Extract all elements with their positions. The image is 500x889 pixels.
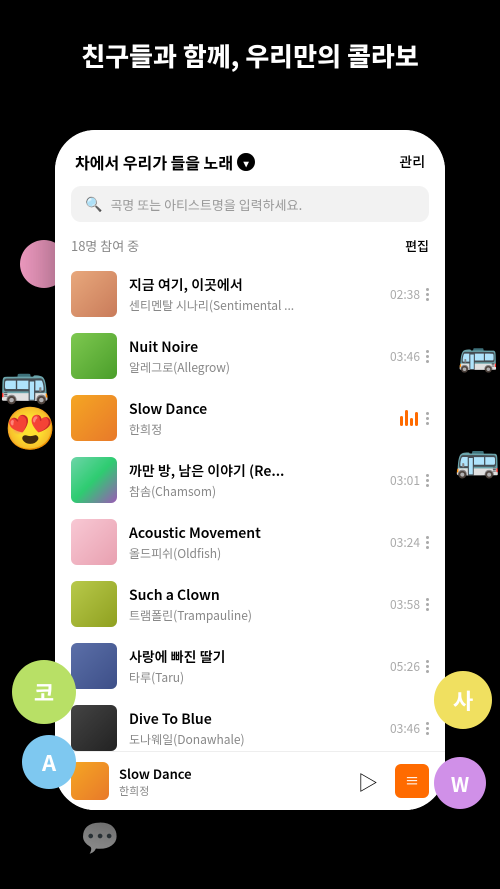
track-item[interactable]: 까만 방, 남은 이야기 (Re... 참솜(Chamsom) 03:01 (55, 449, 445, 511)
ko-bubble: 코 (12, 660, 76, 724)
track-more-button[interactable] (426, 722, 429, 735)
track-thumbnail (71, 705, 117, 751)
hero-heading: 친구들과 함께, 우리만의 콜라보 (0, 38, 500, 74)
track-item[interactable]: Acoustic Movement 올드피쉬(Oldfish) 03:24 (55, 511, 445, 573)
track-name: Slow Dance (129, 399, 388, 419)
track-item[interactable]: Dive To Blue 도나웨일(Donawhale) 03:46 (55, 697, 445, 751)
track-name: 지금 여기, 이곳에서 (129, 275, 378, 295)
track-info: Slow Dance 한희정 (129, 399, 388, 438)
participant-count: 18명 참여 중 (71, 236, 139, 255)
track-more-button[interactable] (426, 536, 429, 549)
track-more-button[interactable] (426, 288, 429, 301)
love-emoji: 😍 (4, 395, 56, 456)
track-more-button[interactable] (426, 598, 429, 611)
track-name: Dive To Blue (129, 709, 378, 729)
track-item[interactable]: Nuit Noire 알레그로(Allegrow) 03:46 (55, 325, 445, 387)
playlist-title[interactable]: 차에서 우리가 들을 노래 ▾ (75, 150, 255, 174)
track-list: 지금 여기, 이곳에서센티멘탈 시나리(Sentimental ... 02:38… (55, 263, 445, 751)
search-bar[interactable]: 🔍 곡명 또는 아티스트명을 입력하세요. (71, 186, 429, 222)
now-playing-info: Slow Dance 한희정 (119, 764, 341, 799)
phone-frame: 차에서 우리가 들을 노래 ▾ 관리 🔍 곡명 또는 아티스트명을 입력하세요.… (55, 130, 445, 810)
track-thumbnail (71, 271, 117, 317)
track-name: Acoustic Movement (129, 523, 378, 543)
track-name: 까만 방, 남은 이야기 (Re... (129, 461, 378, 481)
a-bubble: A (22, 735, 76, 789)
track-name: Nuit Noire (129, 337, 378, 357)
phone-content: 차에서 우리가 들을 노래 ▾ 관리 🔍 곡명 또는 아티스트명을 입력하세요.… (55, 130, 445, 810)
playlist-header: 차에서 우리가 들을 노래 ▾ 관리 (55, 130, 445, 182)
track-info: Such a Clown 트램폴린(Trampauline) (129, 585, 378, 624)
track-artist: 참솜(Chamsom) (129, 483, 378, 500)
track-duration: 03:01 (390, 472, 420, 489)
now-playing-artist: 한희정 (119, 783, 341, 799)
chevron-down-icon[interactable]: ▾ (237, 153, 255, 171)
track-artist: 센티멘탈 시나리(Sentimental ... (129, 297, 378, 314)
track-duration: 03:58 (390, 596, 420, 613)
track-more-button[interactable] (426, 474, 429, 487)
now-playing-bar[interactable]: Slow Dance 한희정 ▷ ≡ (55, 751, 445, 810)
queue-button[interactable]: ≡ (395, 764, 429, 798)
track-artist: 도나웨일(Donawhale) (129, 731, 378, 748)
track-info: 사랑에 빠진 딸기타루(Taru) (129, 647, 378, 686)
now-playing-title: Slow Dance (119, 764, 341, 783)
track-item[interactable]: 지금 여기, 이곳에서센티멘탈 시나리(Sentimental ... 02:38 (55, 263, 445, 325)
track-name: 사랑에 빠진 딸기 (129, 647, 378, 667)
track-thumbnail (71, 457, 117, 503)
track-name: Such a Clown (129, 585, 378, 605)
track-artist: 타루(Taru) (129, 669, 378, 686)
track-artist: 올드피쉬(Oldfish) (129, 545, 378, 562)
w-bubble: W (434, 757, 486, 809)
track-item[interactable]: Such a Clown 트램폴린(Trampauline) 03:58 (55, 573, 445, 635)
track-info: Nuit Noire 알레그로(Allegrow) (129, 337, 378, 376)
track-item[interactable]: 사랑에 빠진 딸기타루(Taru) 05:26 (55, 635, 445, 697)
track-more-button[interactable] (426, 412, 429, 425)
track-info: 지금 여기, 이곳에서센티멘탈 시나리(Sentimental ... (129, 275, 378, 314)
track-thumbnail (71, 395, 117, 441)
edit-button[interactable]: 편집 (405, 236, 429, 255)
track-info: 까만 방, 남은 이야기 (Re... 참솜(Chamsom) (129, 461, 378, 500)
track-duration: 02:38 (390, 286, 420, 303)
track-thumbnail (71, 333, 117, 379)
search-icon: 🔍 (85, 194, 102, 214)
play-button[interactable]: ▷ (351, 764, 385, 798)
sa-bubble: 사 (434, 671, 492, 729)
track-more-button[interactable] (426, 660, 429, 673)
track-info: Acoustic Movement 올드피쉬(Oldfish) (129, 523, 378, 562)
bus-emoji-right-top: 🚌 (458, 330, 498, 376)
now-playing-thumb (71, 762, 109, 800)
bus-emoji-right-mid: 🚌 (455, 430, 500, 482)
search-input[interactable]: 곡명 또는 아티스트명을 입력하세요. (110, 195, 302, 214)
track-artist: 한희정 (129, 421, 388, 438)
manage-button[interactable]: 관리 (399, 152, 425, 172)
playing-bars-icon (400, 410, 418, 426)
participant-bar: 18명 참여 중 편집 (55, 232, 445, 263)
track-duration: 03:46 (390, 348, 420, 365)
queue-icon: ≡ (405, 771, 419, 791)
track-more-button[interactable] (426, 350, 429, 363)
track-duration: 03:46 (390, 720, 420, 737)
track-item[interactable]: Slow Dance 한희정 (55, 387, 445, 449)
track-artist: 알레그로(Allegrow) (129, 359, 378, 376)
track-thumbnail (71, 581, 117, 627)
track-info: Dive To Blue 도나웨일(Donawhale) (129, 709, 378, 748)
track-duration: 05:26 (390, 658, 420, 675)
track-thumbnail (71, 643, 117, 689)
track-thumbnail (71, 519, 117, 565)
track-artist: 트램폴린(Trampauline) (129, 607, 378, 624)
chat-emoji: 💬 (80, 813, 120, 859)
track-duration: 03:24 (390, 534, 420, 551)
